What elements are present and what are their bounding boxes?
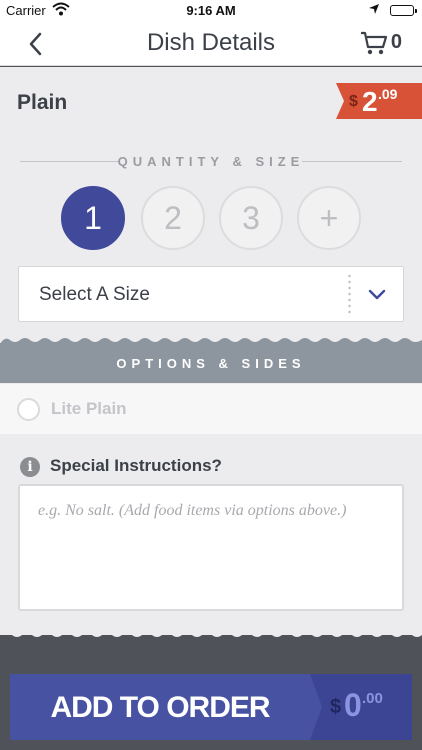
options-sides-band: OPTIONS & SIDES	[0, 343, 422, 383]
location-arrow-icon	[368, 3, 380, 18]
add-to-order-label: ADD TO ORDER	[50, 691, 270, 724]
price-currency: $	[349, 93, 358, 110]
special-instructions-placeholder: e.g. No salt. (Add food items via option…	[38, 502, 347, 519]
total-fraction: .00	[362, 690, 383, 707]
dotted-divider	[348, 273, 351, 317]
total-whole: 0	[344, 687, 362, 723]
dish-name: Plain	[17, 91, 68, 114]
nav-bar: Dish Details 0	[0, 22, 422, 66]
option-radio[interactable]	[17, 398, 40, 421]
cart-count[interactable]: 0	[391, 31, 402, 54]
battery-icon	[390, 5, 417, 16]
wave-edge-bottom	[0, 631, 422, 637]
quantity-option-3[interactable]: 3	[219, 186, 283, 250]
size-select[interactable]: Select A Size	[18, 266, 404, 322]
price-tag: $ 2 .09	[336, 83, 422, 119]
special-instructions-textarea[interactable]: e.g. No salt. (Add food items via option…	[18, 484, 404, 611]
quantity-option-2[interactable]: 2	[141, 186, 205, 250]
page-title: Dish Details	[146, 29, 276, 56]
quantity-size-heading: QUANTITY & SIZE	[117, 154, 305, 169]
add-to-order-button[interactable]: ADD TO ORDER $ 0 .00	[10, 674, 412, 740]
option-label: Lite Plain	[51, 399, 127, 418]
chevron-down-icon	[367, 284, 387, 304]
price-whole: 2	[362, 86, 378, 117]
status-bar: Carrier 9:16 AM	[0, 0, 422, 22]
info-icon: i	[20, 457, 40, 477]
total-currency: $	[330, 696, 342, 718]
dish-details-content: Plain $ 2 .09 QUANTITY & SIZE 1 2 3 + Se…	[0, 67, 422, 635]
options-sides-heading: OPTIONS & SIDES	[116, 356, 306, 371]
special-instructions-label: Special Instructions?	[50, 456, 222, 475]
cart-icon[interactable]	[360, 30, 388, 56]
option-row-lite-plain[interactable]: Lite Plain	[0, 384, 422, 434]
clock: 9:16 AM	[186, 3, 236, 18]
size-select-label: Select A Size	[39, 284, 150, 305]
quantity-add-button[interactable]: +	[297, 186, 361, 250]
order-total: $ 0 .00	[310, 674, 412, 740]
price-fraction: .09	[378, 86, 398, 102]
quantity-option-1[interactable]: 1	[61, 186, 125, 250]
